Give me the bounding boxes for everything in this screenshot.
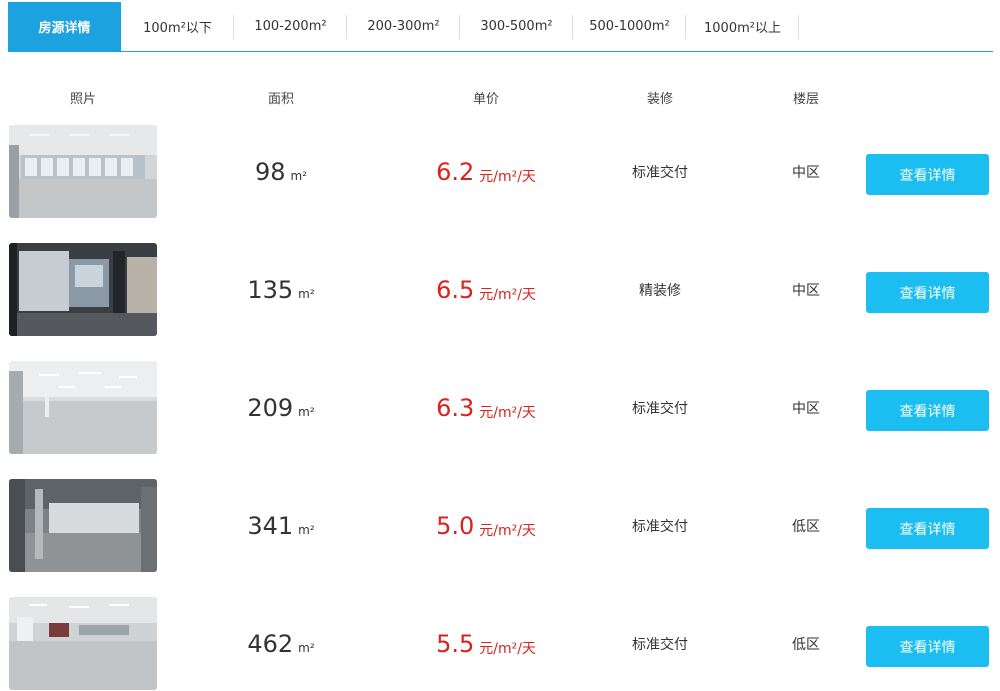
floor-value: 中区 (792, 165, 820, 181)
area-unit: m² (298, 641, 315, 655)
floor-value: 中区 (792, 283, 820, 299)
listing-row: 341 m² 5.0 元/m²/天 标准交付 低区 查看详情 (0, 479, 1000, 573)
decoration-value: 精装修 (639, 283, 681, 299)
area-number: 98 (254, 158, 286, 186)
area-unit: m² (298, 287, 315, 301)
office-photo[interactable] (9, 125, 157, 218)
listing-row: 462 m² 5.5 元/m²/天 标准交付 低区 查看详情 (0, 597, 1000, 691)
floor-value: 低区 (792, 637, 820, 653)
price-unit: 元/m²/天 (479, 641, 536, 657)
table-header: 照片 面积 单价 装修 楼层 (0, 88, 1000, 108)
price-value: 6.2 元/m²/天 (436, 125, 536, 219)
header-area: 面积 (267, 92, 295, 107)
view-details-button[interactable]: 查看详情 (866, 390, 989, 431)
area-number: 462 (247, 630, 294, 658)
price-number: 5.0 (436, 512, 475, 540)
decoration-value: 标准交付 (632, 401, 688, 417)
area-value: 209 m² (247, 361, 314, 455)
tab-under-100[interactable]: 100m²以下 (121, 2, 234, 51)
view-details-button[interactable]: 查看详情 (866, 626, 989, 667)
price-number: 6.5 (436, 276, 475, 304)
floor-value: 中区 (792, 401, 820, 417)
tab-listing-details[interactable]: 房源详情 (8, 2, 121, 51)
area-unit: m² (290, 169, 308, 183)
price-unit: 元/m²/天 (479, 523, 536, 539)
header-floor: 楼层 (792, 92, 820, 107)
area-value: 135 m² (247, 243, 314, 337)
header-photo: 照片 (69, 92, 97, 107)
tab-100-200[interactable]: 100-200m² (234, 2, 347, 51)
floor-value: 低区 (792, 519, 820, 535)
price-unit: 元/m²/天 (479, 287, 536, 303)
decoration-value: 标准交付 (632, 165, 688, 181)
area-number: 135 (247, 276, 294, 304)
price-unit: 元/m²/天 (479, 169, 536, 185)
office-photo[interactable] (9, 243, 157, 336)
listing-row: 98 m² 6.2 元/m²/天 标准交付 中区 查看详情 (0, 125, 1000, 219)
price-unit: 元/m²/天 (479, 405, 536, 421)
area-filter-tabs: 房源详情 100m²以下 100-200m² 200-300m² 300-500… (8, 2, 993, 52)
listing-row: 209 m² 6.3 元/m²/天 标准交付 中区 查看详情 (0, 361, 1000, 455)
tab-300-500[interactable]: 300-500m² (460, 2, 573, 51)
price-value: 5.0 元/m²/天 (436, 479, 536, 573)
decoration-value: 标准交付 (632, 637, 688, 653)
header-decoration: 装修 (646, 92, 674, 107)
price-number: 6.3 (436, 394, 475, 422)
area-value: 98 m² (255, 125, 307, 219)
office-photo[interactable] (9, 361, 157, 454)
price-number: 5.5 (436, 630, 475, 658)
office-photo[interactable] (9, 479, 157, 572)
office-photo[interactable] (9, 597, 157, 690)
area-number: 341 (247, 512, 294, 540)
price-value: 5.5 元/m²/天 (436, 597, 536, 691)
area-number: 209 (247, 394, 294, 422)
tab-200-300[interactable]: 200-300m² (347, 2, 460, 51)
price-number: 6.2 (436, 158, 475, 186)
tab-over-1000[interactable]: 1000m²以上 (686, 2, 799, 51)
listing-row: 135 m² 6.5 元/m²/天 精装修 中区 查看详情 (0, 243, 1000, 337)
view-details-button[interactable]: 查看详情 (866, 272, 989, 313)
decoration-value: 标准交付 (632, 519, 688, 535)
price-value: 6.5 元/m²/天 (436, 243, 536, 337)
view-details-button[interactable]: 查看详情 (866, 508, 989, 549)
area-unit: m² (298, 523, 315, 537)
header-price: 单价 (472, 92, 500, 107)
area-unit: m² (298, 405, 315, 419)
area-value: 462 m² (247, 597, 314, 691)
tab-500-1000[interactable]: 500-1000m² (573, 2, 686, 51)
view-details-button[interactable]: 查看详情 (866, 154, 989, 195)
area-value: 341 m² (247, 479, 314, 573)
price-value: 6.3 元/m²/天 (436, 361, 536, 455)
